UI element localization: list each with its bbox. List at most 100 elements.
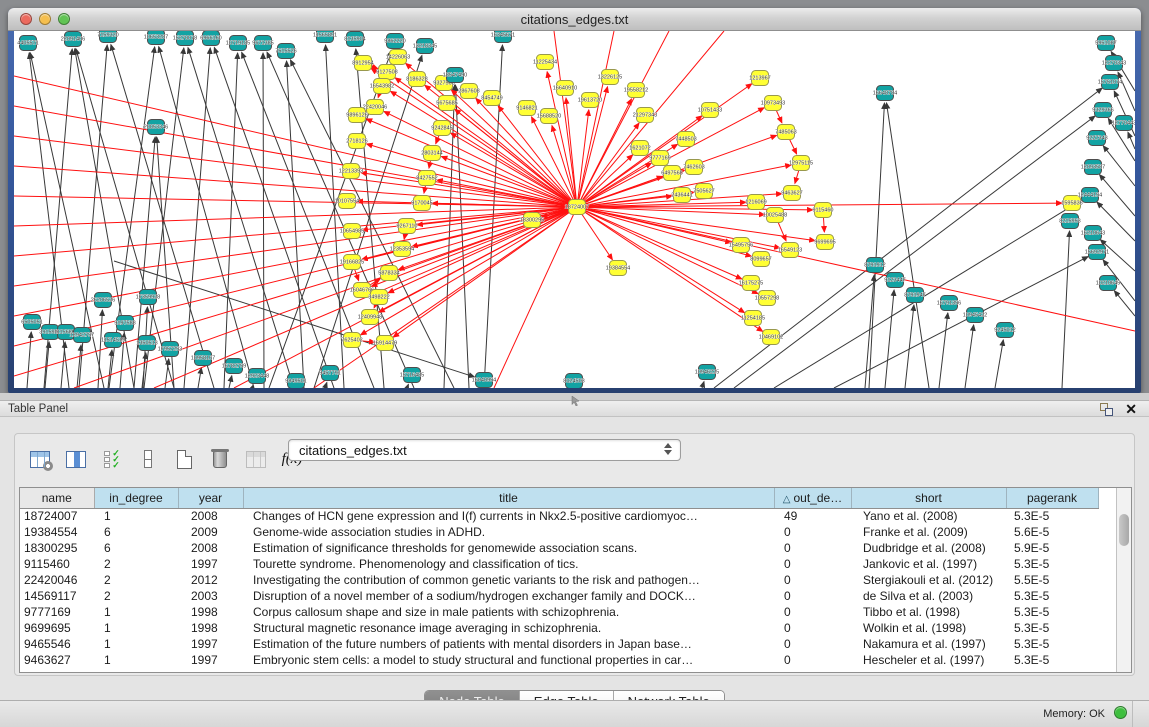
node-label: 11254185 — [741, 316, 765, 322]
black-edge[interactable] — [1114, 291, 1135, 316]
red-edge[interactable] — [451, 90, 577, 207]
red-edge[interactable] — [441, 156, 577, 207]
table-cell: 2012 — [178, 572, 243, 588]
column-header-name[interactable]: name — [20, 488, 94, 508]
table-cell: de Silva et al. (2003) — [851, 588, 1006, 604]
red-edge[interactable] — [14, 207, 577, 286]
node-label: 12942757 — [70, 333, 94, 339]
table-cell: Embryonic stem cells: a model to study s… — [243, 652, 774, 668]
black-edge[interactable] — [188, 48, 294, 388]
red-edge[interactable] — [577, 31, 614, 207]
table-cell: 0 — [774, 636, 851, 652]
close-panel-icon[interactable]: ✕ — [1125, 402, 1137, 416]
black-edge[interactable] — [263, 53, 264, 388]
black-edge[interactable] — [198, 368, 201, 388]
table-row[interactable]: 2242004622012Investigating the contribut… — [20, 572, 1098, 588]
red-edge[interactable] — [577, 155, 633, 207]
node-label: 15716485 — [400, 373, 424, 379]
table-row[interactable]: 946554611997Estimation of the future num… — [20, 636, 1098, 652]
network-canvas[interactable]: 1872400718300295193845548912954142260639… — [14, 31, 1135, 388]
table-cell: Wolkin et al. (1998) — [851, 620, 1006, 636]
float-panel-icon[interactable] — [1100, 403, 1113, 416]
table-cell: 1 — [94, 636, 178, 652]
black-edge[interactable] — [939, 313, 948, 388]
node-label: 3498222 — [368, 295, 389, 301]
network-canvas-svg[interactable]: 1872400718300295193845548912954142260639… — [14, 31, 1135, 388]
black-edge[interactable] — [252, 385, 253, 388]
red-edge[interactable] — [393, 207, 577, 337]
table-row[interactable]: 1872400712008Changes of HCN gene express… — [20, 508, 1098, 524]
black-edge[interactable] — [702, 382, 704, 388]
black-edge[interactable] — [325, 382, 327, 388]
import-table-icon[interactable] — [243, 446, 269, 472]
table-cell: 6 — [94, 524, 178, 540]
column-header-in_degree[interactable]: in_degree — [94, 488, 178, 508]
black-edge[interactable] — [27, 332, 31, 388]
column-header-short[interactable]: short — [851, 488, 1006, 508]
red-edge[interactable] — [367, 144, 577, 207]
node-label: 16914479 — [373, 341, 397, 347]
black-edge[interactable] — [965, 325, 974, 388]
table-cell: 1 — [94, 604, 178, 620]
table-row[interactable]: 1938455462009Genome-wide association stu… — [20, 524, 1098, 540]
scrollbar-thumb[interactable] — [1119, 514, 1129, 546]
black-edge[interactable] — [224, 53, 238, 388]
table-row[interactable]: 1456911722003Disruption of a novel membe… — [20, 588, 1098, 604]
table-row[interactable]: 911546021997Tourette syndrome. Phenomeno… — [20, 556, 1098, 572]
row-selection-icon[interactable]: ✓ ✓ ✓ — [99, 446, 125, 472]
node-label: 10025488 — [763, 213, 787, 219]
create-column-icon[interactable] — [171, 446, 197, 472]
column-label: in_degree — [109, 491, 162, 505]
table-settings-icon[interactable] — [27, 446, 53, 472]
node-label: 1621072 — [629, 146, 650, 152]
node-label: 16648784 — [873, 91, 897, 97]
table-row[interactable]: 969969511998Structural magnetic resonanc… — [20, 620, 1098, 636]
table-select-value: citations_edges.txt — [299, 443, 407, 458]
table-cell: 1997 — [178, 652, 243, 668]
node-label: 11514519 — [101, 338, 125, 344]
table-row[interactable]: 977716911998Corpus callosum shape and si… — [20, 604, 1098, 620]
black-edge[interactable] — [61, 342, 65, 388]
black-edge[interactable] — [287, 61, 304, 388]
black-edge[interactable] — [885, 290, 894, 388]
table-cell: Changes of HCN gene expression and I(f) … — [243, 508, 774, 524]
node-label: 7448503 — [675, 137, 696, 143]
red-edge[interactable] — [577, 207, 1135, 331]
node-label: 8912954 — [352, 61, 373, 67]
node-label: 16549123 — [778, 248, 802, 254]
table-select-dropdown[interactable]: citations_edges.txt — [288, 439, 681, 461]
black-edge[interactable] — [774, 200, 1081, 388]
table-cell: 0 — [774, 604, 851, 620]
column-header-title[interactable]: title — [243, 488, 774, 508]
delete-column-icon[interactable] — [207, 446, 233, 472]
table-cell: 18300295 — [20, 540, 94, 556]
show-columns-icon[interactable] — [63, 446, 89, 472]
node-label: 1350513 — [136, 341, 157, 347]
table-cell: 49 — [774, 508, 851, 524]
table-cell: 0 — [774, 620, 851, 636]
black-edge[interactable] — [229, 376, 232, 388]
node-table: name in_degree yeartitle△out_de…shortpager… — [20, 488, 1099, 668]
node-label: 1213967 — [749, 76, 770, 82]
black-edge[interactable] — [995, 340, 1003, 388]
black-edge[interactable] — [1062, 231, 1070, 388]
black-edge[interactable] — [869, 103, 884, 388]
black-edge[interactable] — [1103, 146, 1135, 186]
column-header-year[interactable]: year — [178, 488, 243, 508]
node-label: 9896126 — [346, 113, 367, 119]
node-label: 9146821 — [516, 106, 537, 112]
red-edge[interactable] — [14, 196, 577, 207]
black-edge[interactable] — [407, 384, 408, 388]
node-label: 9849501 — [285, 379, 306, 385]
table-row[interactable]: 1830029562008Estimation of significance … — [20, 540, 1098, 556]
table-mode-icon[interactable] — [135, 446, 161, 472]
black-edge[interactable] — [905, 305, 914, 388]
table-row[interactable]: 946362711997Embryonic stem cells: a mode… — [20, 652, 1098, 668]
network-window-titlebar[interactable]: citations_edges.txt — [8, 8, 1141, 31]
column-header-out_de[interactable]: △out_de… — [774, 488, 851, 508]
black-edge[interactable] — [142, 353, 146, 388]
table-vertical-scrollbar[interactable] — [1116, 488, 1131, 672]
column-header-pagerank[interactable]: pagerank — [1006, 488, 1098, 508]
node-label: 18300295 — [520, 218, 544, 224]
red-edge[interactable] — [577, 207, 745, 313]
